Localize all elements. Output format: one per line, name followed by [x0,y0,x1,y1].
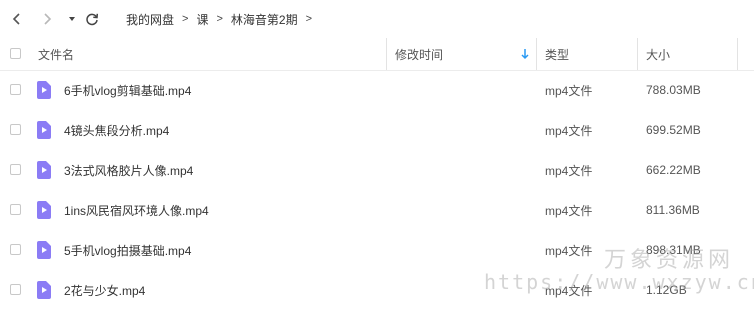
column-divider[interactable] [386,38,387,70]
watermark-url: https://www.wxzyw.cn [484,270,754,294]
breadcrumb-separator: > [305,13,313,25]
video-file-icon [37,241,51,259]
refresh-icon [86,13,99,26]
row-checkbox[interactable] [10,84,21,95]
file-size: 662.22MB [646,163,701,177]
column-divider[interactable] [637,38,638,70]
file-row[interactable]: 3法式风格胶片人像.mp4 mp4文件 662.22MB [0,150,754,190]
column-header-name[interactable]: 文件名 [38,38,74,70]
column-divider[interactable] [737,38,738,70]
column-header-size[interactable]: 大小 [646,38,670,70]
video-file-icon [37,161,51,179]
back-button[interactable] [8,10,26,28]
row-checkbox[interactable] [10,204,21,215]
video-file-icon [37,201,51,219]
column-divider[interactable] [536,38,537,70]
file-name[interactable]: 1ins风民宿风环境人像.mp4 [64,190,209,230]
sort-arrow[interactable] [520,38,530,70]
video-file-icon [37,281,51,299]
file-name[interactable]: 3法式风格胶片人像.mp4 [64,150,193,190]
breadcrumb-separator: > [182,13,189,25]
forward-button[interactable] [38,10,56,28]
row-checkbox[interactable] [10,284,21,295]
file-name[interactable]: 4镜头焦段分析.mp4 [64,110,169,150]
file-row[interactable]: 6手机vlog剪辑基础.mp4 mp4文件 788.03MB [0,70,754,110]
file-type: mp4文件 [545,243,593,258]
history-dropdown-button[interactable] [63,10,81,28]
file-row[interactable]: 4镜头焦段分析.mp4 mp4文件 699.52MB [0,110,754,150]
file-size: 811.36MB [646,203,700,217]
breadcrumb-item-current[interactable]: 林海音第2期 [229,11,300,28]
file-type: mp4文件 [545,123,593,138]
row-checkbox[interactable] [10,244,21,255]
column-header-type[interactable]: 类型 [545,38,569,70]
breadcrumb: 我的网盘 > 课 > 林海音第2期 > [124,0,318,38]
file-list-header: 文件名 修改时间 类型 大小 [0,38,754,71]
sort-down-arrow-icon [521,49,529,60]
video-file-icon [37,81,51,99]
breadcrumb-separator: > [216,13,223,25]
refresh-button[interactable] [83,10,101,28]
chevron-left-icon [12,13,20,25]
toolbar: 我的网盘 > 课 > 林海音第2期 > [0,0,754,38]
chevron-right-icon [44,13,52,25]
file-name[interactable]: 6手机vlog剪辑基础.mp4 [64,70,191,110]
column-header-modified[interactable]: 修改时间 [395,38,443,70]
breadcrumb-item-folder[interactable]: 课 [194,11,210,28]
file-type: mp4文件 [545,163,593,178]
file-row[interactable]: 1ins风民宿风环境人像.mp4 mp4文件 811.36MB [0,190,754,230]
file-size: 788.03MB [646,83,701,97]
file-type: mp4文件 [545,83,593,98]
file-size: 699.52MB [646,123,701,137]
file-type: mp4文件 [545,203,593,218]
select-all-checkbox[interactable] [10,48,21,59]
file-name[interactable]: 5手机vlog拍摄基础.mp4 [64,230,191,270]
row-checkbox[interactable] [10,124,21,135]
video-file-icon [37,121,51,139]
caret-down-icon [69,17,75,21]
breadcrumb-item-root[interactable]: 我的网盘 [124,11,176,28]
row-checkbox[interactable] [10,164,21,175]
file-name[interactable]: 2花与少女.mp4 [64,270,145,310]
